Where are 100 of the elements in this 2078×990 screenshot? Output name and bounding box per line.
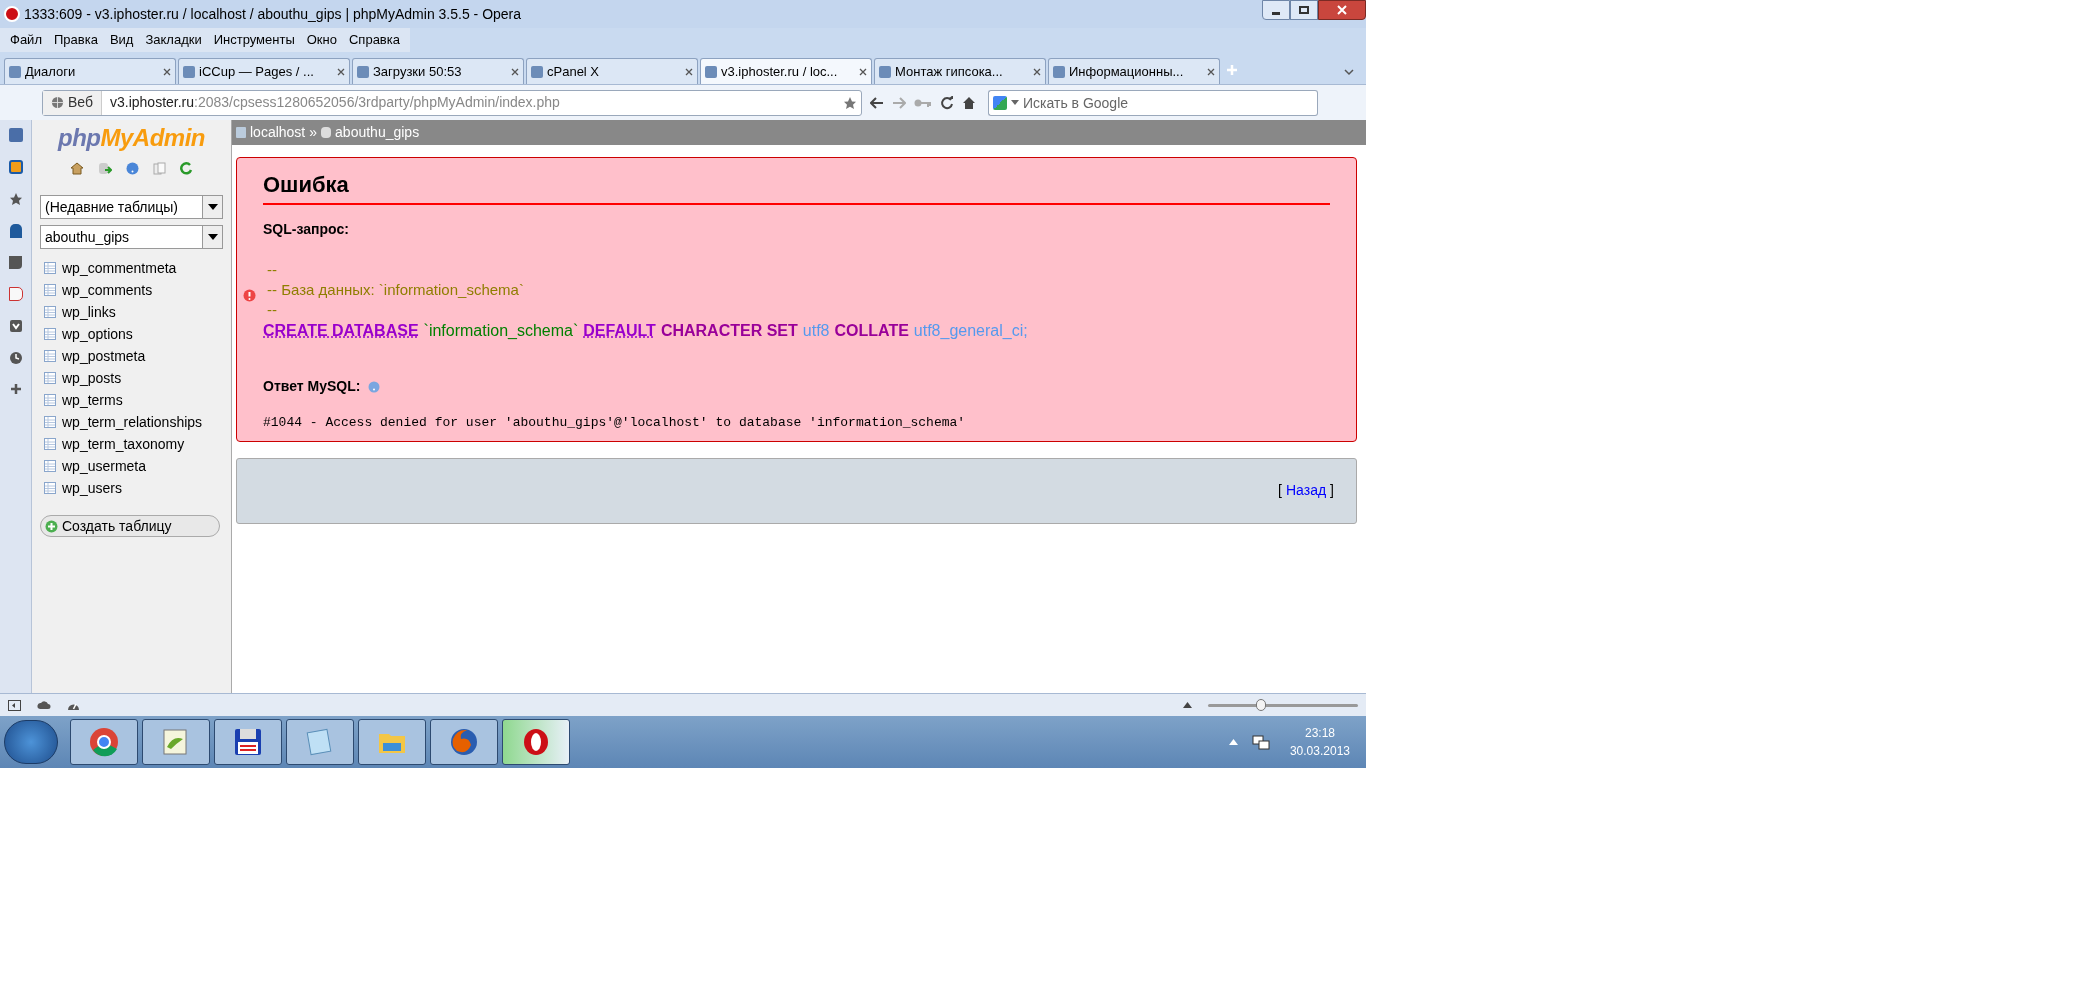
browser-tab[interactable]: Информационны... xyxy=(1048,58,1220,84)
sql-token: utf8_general_ci; xyxy=(913,321,1028,341)
taskbar-button[interactable] xyxy=(286,719,354,765)
table-icon xyxy=(44,394,56,406)
star-icon[interactable] xyxy=(843,95,857,110)
table-link[interactable]: wp_commentmeta xyxy=(62,257,177,279)
query-label: SQL-запрос: xyxy=(263,220,350,239)
browser-tab[interactable]: cPanel X xyxy=(526,58,698,84)
back-link[interactable]: Назад xyxy=(1286,480,1327,501)
create-table-button[interactable]: Создать таблицу xyxy=(40,515,220,537)
table-icon xyxy=(44,460,56,472)
menu-item[interactable]: Закладки xyxy=(139,30,208,50)
help-icon[interactable] xyxy=(126,162,139,175)
menu-item[interactable]: Окно xyxy=(300,30,343,50)
table-icon xyxy=(44,372,56,384)
caret-up-icon[interactable] xyxy=(1183,702,1192,708)
download-icon[interactable] xyxy=(8,319,23,333)
page-icon xyxy=(531,65,543,78)
caret-icon xyxy=(207,234,218,240)
browser-tab[interactable]: iCCup — Pages / ... xyxy=(178,58,350,84)
database-dropdown[interactable]: abouthu_gips xyxy=(40,225,223,249)
zoom-slider[interactable] xyxy=(1208,698,1358,712)
menu-item[interactable]: Справка xyxy=(342,30,406,50)
globe-icon xyxy=(51,96,64,109)
sql-comment: -- xyxy=(267,300,278,320)
bracket-text: ] xyxy=(1330,481,1334,500)
star-icon[interactable] xyxy=(8,192,23,206)
close-button[interactable] xyxy=(1318,0,1366,20)
close-icon[interactable] xyxy=(685,67,693,76)
table-link[interactable]: wp_term_taxonomy xyxy=(62,433,185,455)
slider-thumb[interactable] xyxy=(1255,699,1266,711)
reload-icon[interactable] xyxy=(940,95,954,110)
close-icon[interactable] xyxy=(163,67,171,76)
error-title: Ошибка xyxy=(263,168,1330,205)
plus-icon[interactable] xyxy=(9,383,22,395)
table-link[interactable]: wp_options xyxy=(62,323,133,345)
page-icon xyxy=(183,65,195,78)
menu-item[interactable]: Правка xyxy=(47,30,104,50)
sql-token: utf8 xyxy=(802,321,830,341)
cloud-icon[interactable] xyxy=(37,700,51,710)
sql-token: COLLATE xyxy=(834,321,909,341)
close-icon[interactable] xyxy=(1033,67,1041,76)
menu-item[interactable]: Вид xyxy=(103,30,140,50)
sql-token[interactable]: DEFAULT xyxy=(583,320,656,342)
table-link[interactable]: wp_terms xyxy=(62,389,123,411)
menu-item[interactable]: Файл xyxy=(4,30,48,50)
recent-tables-dropdown[interactable]: (Недавние таблицы) xyxy=(40,195,223,219)
browser-tab[interactable]: Монтаж гипсока... xyxy=(874,58,1046,84)
table-link[interactable]: wp_users xyxy=(62,477,122,499)
taskbar-button[interactable] xyxy=(70,719,138,765)
back-arrow-icon[interactable] xyxy=(870,96,884,109)
browser-tab[interactable]: Загрузки 50:53 xyxy=(352,58,524,84)
table-link[interactable]: wp_postmeta xyxy=(62,345,146,367)
menu-item[interactable]: Инструменты xyxy=(207,30,301,50)
breadcrumb-link[interactable]: localhost xyxy=(250,122,306,143)
browser-tab[interactable]: Диалоги xyxy=(4,58,176,84)
table-link[interactable]: wp_links xyxy=(62,301,116,323)
sql-token[interactable]: CREATE DATABASE xyxy=(263,320,419,342)
taskbar-button[interactable] xyxy=(214,719,282,765)
error-icon xyxy=(243,289,256,302)
table-link[interactable]: wp_usermeta xyxy=(62,455,147,477)
breadcrumb-link[interactable]: abouthu_gips xyxy=(335,122,420,143)
maximize-button[interactable] xyxy=(1290,0,1318,20)
response-label: Ответ MySQL: xyxy=(263,377,361,396)
table-icon xyxy=(44,328,56,340)
chevron-down-icon[interactable] xyxy=(1344,68,1354,76)
close-icon[interactable] xyxy=(859,67,867,76)
clock-icon[interactable] xyxy=(8,351,23,365)
home-icon[interactable] xyxy=(962,95,976,110)
table-link[interactable]: wp_term_relationships xyxy=(62,411,203,433)
home-icon[interactable] xyxy=(70,162,84,175)
close-icon[interactable] xyxy=(1207,67,1215,76)
refresh-icon[interactable] xyxy=(180,162,193,175)
phpmyadmin-logo[interactable]: phpMyAdmin xyxy=(58,126,205,150)
close-icon[interactable] xyxy=(337,67,345,76)
network-icon[interactable] xyxy=(1251,733,1270,751)
table-link[interactable]: wp_comments xyxy=(62,279,153,301)
table-icon xyxy=(44,416,56,428)
page-icon xyxy=(705,65,717,78)
start-button[interactable] xyxy=(4,720,58,764)
browser-tab[interactable]: v3.iphoster.ru / loc... xyxy=(700,58,872,84)
breadcrumb-separator: » xyxy=(309,123,318,142)
page-icon xyxy=(1053,65,1065,78)
table-icon xyxy=(44,350,56,362)
window-title: 1333:609 - v3.iphoster.ru / localhost / abouthu_gips | phpMyAdmin 3.5.5 - Opera xyxy=(24,4,522,24)
taskbar-button[interactable] xyxy=(430,719,498,765)
close-icon[interactable] xyxy=(511,67,519,76)
taskbar-button[interactable] xyxy=(358,719,426,765)
browser-logo-icon xyxy=(4,6,20,22)
panel-toggle-icon[interactable] xyxy=(8,699,21,711)
address-field[interactable]: Веб v3.iphoster.ru:2083/cpsess1280652056/3rdparty/phpMyAdmin/index.php xyxy=(42,89,862,116)
table-icon xyxy=(44,438,56,450)
minimize-button[interactable] xyxy=(1262,0,1290,20)
sql-comment: -- xyxy=(267,260,278,280)
taskbar-button[interactable] xyxy=(502,719,570,765)
database-arrow-icon[interactable] xyxy=(98,162,112,175)
taskbar-button[interactable] xyxy=(142,719,210,765)
table-link[interactable]: wp_posts xyxy=(62,367,122,389)
tag-icon[interactable] xyxy=(8,287,23,301)
ring-logo-icon xyxy=(521,727,551,757)
